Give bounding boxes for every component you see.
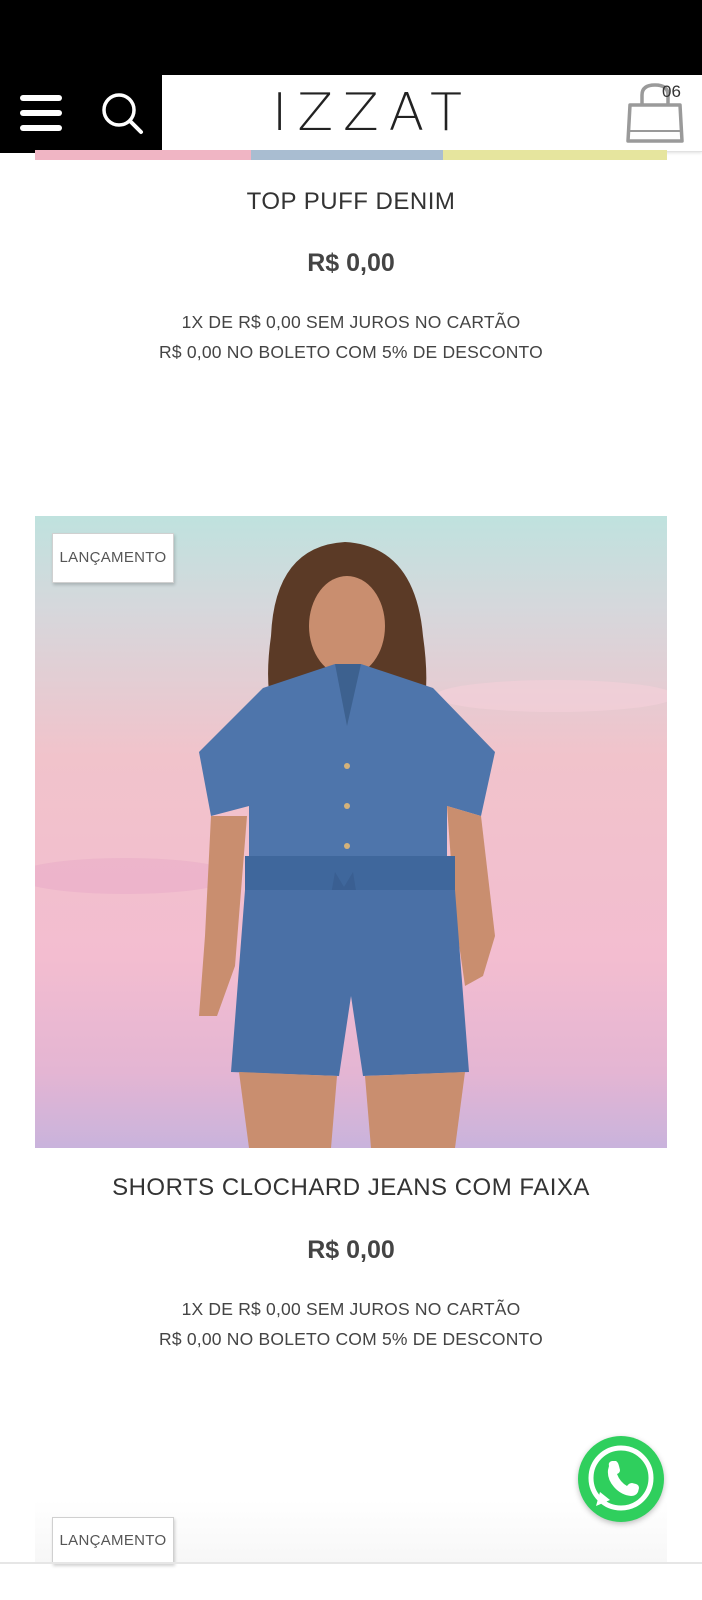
installment-info: 1X DE R$ 0,00 SEM JUROS NO CARTÃO <box>181 1299 521 1319</box>
header-bar: IZZAT <box>162 75 702 152</box>
status-bar <box>0 0 702 75</box>
product-image-edge <box>35 150 251 160</box>
product-price: R$ 0,00 <box>307 1236 395 1264</box>
model-photo <box>35 542 667 1148</box>
launch-badge: LANÇAMENTO <box>52 533 174 583</box>
whatsapp-icon <box>588 1445 654 1511</box>
product-price: R$ 0,00 <box>307 249 395 277</box>
boleto-info: R$ 0,00 NO BOLETO COM 5% DE DESCONTO <box>159 1329 543 1349</box>
search-icon[interactable] <box>100 91 144 135</box>
product-image[interactable]: LANÇAMENTO <box>35 516 667 1148</box>
product-name[interactable]: TOP PUFF DENIM <box>35 188 667 216</box>
boleto-info: R$ 0,00 NO BOLETO COM 5% DE DESCONTO <box>159 342 543 362</box>
brand-logo[interactable]: IZZAT <box>272 83 472 143</box>
hamburger-menu-icon[interactable] <box>20 95 62 131</box>
cart-count-badge: 06 <box>662 82 681 101</box>
product-image-edge <box>443 150 667 160</box>
installment-info: 1X DE R$ 0,00 SEM JUROS NO CARTÃO <box>181 312 521 332</box>
product-image-edge <box>251 150 443 160</box>
header-controls <box>0 75 162 153</box>
whatsapp-button[interactable] <box>578 1436 664 1522</box>
divider <box>0 1562 702 1564</box>
site-header: IZZAT <box>0 75 702 153</box>
product-name[interactable]: SHORTS CLOCHARD JEANS COM FAIXA <box>35 1174 667 1202</box>
launch-badge: LANÇAMENTO <box>52 1517 174 1564</box>
